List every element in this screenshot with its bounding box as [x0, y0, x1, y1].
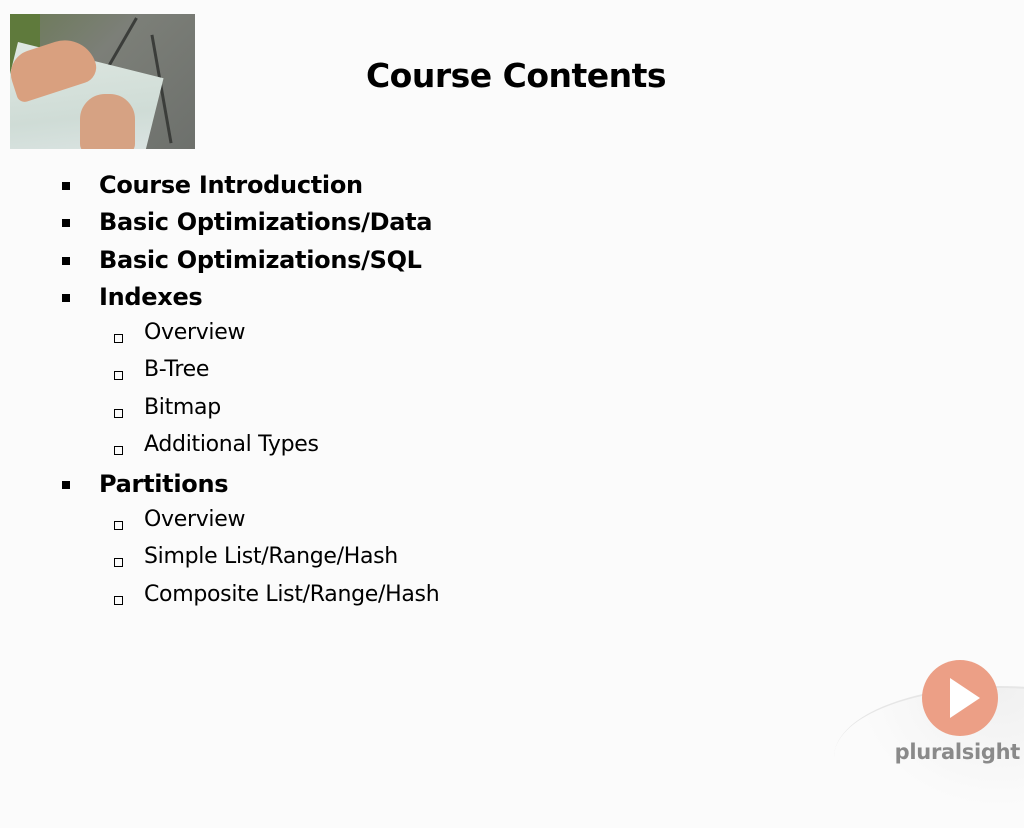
outline-item: Partitions	[99, 470, 229, 498]
hollow-square-bullet-icon	[114, 446, 123, 455]
outline-subitem: B-Tree	[144, 357, 210, 382]
hollow-square-bullet-icon	[114, 521, 123, 530]
pluralsight-logo: pluralsight	[834, 638, 1024, 828]
outline-subitem: Simple List/Range/Hash	[144, 544, 398, 569]
play-icon	[922, 660, 998, 736]
brand-name: pluralsight	[894, 740, 1021, 764]
outline-item: Basic Optimizations/Data	[99, 208, 433, 236]
square-bullet-icon	[62, 182, 70, 190]
outline-subitem: Additional Types	[144, 432, 319, 457]
outline-subitem: Bitmap	[144, 395, 221, 420]
hollow-square-bullet-icon	[114, 558, 123, 567]
hollow-square-bullet-icon	[114, 409, 123, 418]
square-bullet-icon	[62, 294, 70, 302]
square-bullet-icon	[62, 257, 70, 265]
hollow-square-bullet-icon	[114, 596, 123, 605]
outline-subitem: Overview	[144, 320, 246, 345]
outline-item: Indexes	[99, 283, 203, 311]
square-bullet-icon	[62, 219, 70, 227]
hollow-square-bullet-icon	[114, 334, 123, 343]
outline-subitem: Overview	[144, 507, 246, 532]
outline-item: Basic Optimizations/SQL	[99, 246, 422, 274]
outline-item: Course Introduction	[99, 171, 363, 199]
outline-subitem: Composite List/Range/Hash	[144, 582, 440, 607]
hollow-square-bullet-icon	[114, 371, 123, 380]
square-bullet-icon	[62, 481, 70, 489]
slide-title: Course Contents	[365, 56, 667, 95]
